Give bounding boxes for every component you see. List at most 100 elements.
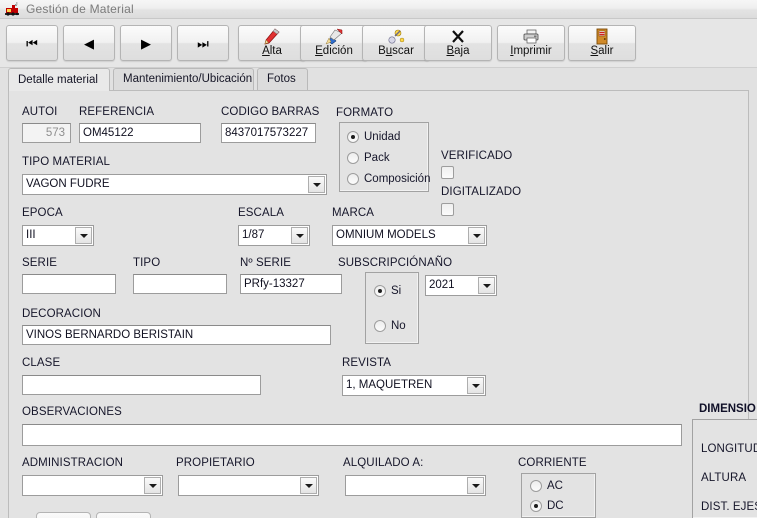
- toolbar: ⏮ ◀ ▶ ⏭ Alta Edición Buscar Baja Imprimi…: [0, 19, 757, 68]
- previous-record-icon: ◀: [84, 35, 94, 51]
- subscripcion-option-si-label: Si: [391, 285, 402, 297]
- verificado-checkbox[interactable]: [441, 166, 454, 179]
- chevron-down-icon[interactable]: [478, 277, 495, 294]
- window-title: Gestión de Material: [26, 2, 134, 16]
- chevron-down-icon[interactable]: [300, 477, 317, 494]
- observaciones-label: OBSERVACIONES: [22, 406, 122, 418]
- corriente-label: CORRIENTE: [518, 457, 587, 469]
- chevron-down-icon[interactable]: [467, 477, 484, 494]
- radio-dot-icon: [374, 285, 386, 297]
- edicion-label: Edición: [315, 45, 353, 58]
- chevron-down-icon[interactable]: [467, 377, 484, 394]
- propietario-select[interactable]: [178, 475, 319, 496]
- digitalizado-checkbox[interactable]: [441, 203, 454, 216]
- gestion-material-window: Gestión de Material ⏮ ◀ ▶ ⏭ Alta Edición…: [0, 0, 757, 518]
- escala-label: ESCALA: [238, 207, 284, 219]
- imprimir-label: Imprimir: [510, 45, 552, 58]
- subscripcion-label: SUBSCRIPCIÓN: [338, 257, 427, 269]
- salir-button[interactable]: Salir: [568, 25, 636, 61]
- revista-select[interactable]: 1, MAQUETREN: [342, 375, 486, 396]
- tab-mantenimiento-ubicacion[interactable]: Mantenimiento/Ubicación: [113, 68, 254, 90]
- clase-input[interactable]: [22, 375, 261, 395]
- serie-input[interactable]: [22, 274, 116, 294]
- formato-option-pack[interactable]: Pack: [347, 152, 390, 164]
- chevron-down-icon[interactable]: [308, 176, 325, 193]
- door-exit-icon: [592, 28, 612, 45]
- tipo-label: TIPO: [133, 257, 161, 269]
- formato-option-pack-label: Pack: [364, 152, 390, 164]
- chevron-down-icon[interactable]: [291, 227, 308, 244]
- formato-option-composicion[interactable]: Composición: [347, 173, 430, 185]
- title-bar: Gestión de Material: [0, 0, 757, 19]
- codigo-barras-label: CODIGO BARRAS: [221, 106, 320, 118]
- epoca-value: III: [26, 229, 36, 241]
- referencia-label: REFERENCIA: [79, 106, 155, 118]
- tipo-material-value: VAGON FUDRE: [26, 178, 110, 190]
- corriente-option-ac[interactable]: AC: [530, 480, 563, 492]
- administracion-select[interactable]: [22, 475, 163, 496]
- edicion-button[interactable]: Edición: [300, 25, 368, 61]
- chevron-down-icon[interactable]: [144, 477, 161, 494]
- corriente-option-dc-label: DC: [547, 500, 564, 512]
- tab-detalle-material[interactable]: Detalle material: [8, 68, 110, 91]
- previous-record-button[interactable]: ◀: [63, 25, 115, 61]
- tipo-material-label: TIPO MATERIAL: [22, 156, 110, 168]
- close-x-icon: [448, 28, 468, 45]
- subscripcion-group: Si No: [365, 272, 419, 344]
- radio-dot-icon: [530, 480, 542, 492]
- autoi-field: 573: [22, 123, 71, 143]
- search-pin-icon: [386, 28, 406, 45]
- subscripcion-option-si[interactable]: Si: [374, 285, 401, 297]
- verificado-label: VERIFICADO: [441, 150, 513, 162]
- next-record-icon: ▶: [141, 35, 151, 51]
- alta-label: Alta: [262, 45, 282, 58]
- administracion-label: ADMINISTRACION: [22, 457, 124, 469]
- referencia-input[interactable]: OM45122: [79, 123, 201, 143]
- tab-mantenimiento-ubicacion-label: Mantenimiento/Ubicación: [123, 73, 253, 85]
- radio-dot-icon: [530, 500, 542, 512]
- escala-select[interactable]: 1/87: [238, 225, 310, 246]
- chevron-down-icon[interactable]: [75, 227, 92, 244]
- corriente-option-dc[interactable]: DC: [530, 500, 564, 512]
- first-record-button[interactable]: ⏮: [6, 25, 58, 61]
- bottom-button-right[interactable]: [96, 512, 151, 518]
- decoracion-label: DECORACION: [22, 308, 101, 320]
- observaciones-input[interactable]: [22, 424, 682, 446]
- radio-dot-icon: [374, 320, 386, 332]
- buscar-button[interactable]: Buscar: [362, 25, 430, 61]
- first-record-icon: ⏮: [26, 35, 38, 51]
- serie-label: SERIE: [22, 257, 58, 269]
- codigo-barras-input[interactable]: 8437017573227: [221, 123, 316, 143]
- formato-option-unidad[interactable]: Unidad: [347, 131, 400, 143]
- corriente-option-ac-label: AC: [547, 480, 563, 492]
- tipo-input[interactable]: [133, 274, 227, 294]
- epoca-select[interactable]: III: [22, 225, 94, 246]
- formato-label: FORMATO: [336, 107, 394, 119]
- tipo-material-select[interactable]: VAGON FUDRE: [22, 174, 327, 195]
- corriente-group: AC DC: [521, 473, 596, 518]
- chevron-down-icon[interactable]: [468, 227, 485, 244]
- salir-label: Salir: [590, 45, 614, 58]
- alta-button[interactable]: Alta: [238, 25, 306, 61]
- last-record-button[interactable]: ⏭: [177, 25, 229, 61]
- propietario-label: PROPIETARIO: [176, 457, 255, 469]
- tab-fotos[interactable]: Fotos: [257, 68, 308, 90]
- alquilado-a-select[interactable]: [345, 475, 486, 496]
- autoi-label: AUTOI: [22, 106, 58, 118]
- next-record-button[interactable]: ▶: [120, 25, 172, 61]
- marca-select[interactable]: OMNIUM MODELS: [332, 225, 487, 246]
- decoracion-input[interactable]: VINOS BERNARDO BERISTAIN: [22, 325, 331, 345]
- formato-group: Unidad Pack Composición: [339, 122, 430, 192]
- tab-strip: Detalle material Mantenimiento/Ubicación…: [8, 68, 749, 91]
- imprimir-button[interactable]: Imprimir: [497, 25, 565, 61]
- epoca-label: EPOCA: [22, 207, 63, 219]
- bottom-button-left[interactable]: [36, 512, 91, 518]
- dimensiones-group: LONGITUD ALTURA DIST. EJES: [692, 419, 757, 518]
- baja-button[interactable]: Baja: [424, 25, 492, 61]
- anio-select[interactable]: 2021: [425, 275, 497, 296]
- anio-value: 2021: [429, 279, 455, 291]
- num-serie-label: Nº SERIE: [240, 257, 292, 269]
- num-serie-input[interactable]: PRfy-13327: [240, 274, 342, 294]
- subscripcion-option-no[interactable]: No: [374, 320, 406, 332]
- formato-option-unidad-label: Unidad: [364, 131, 401, 143]
